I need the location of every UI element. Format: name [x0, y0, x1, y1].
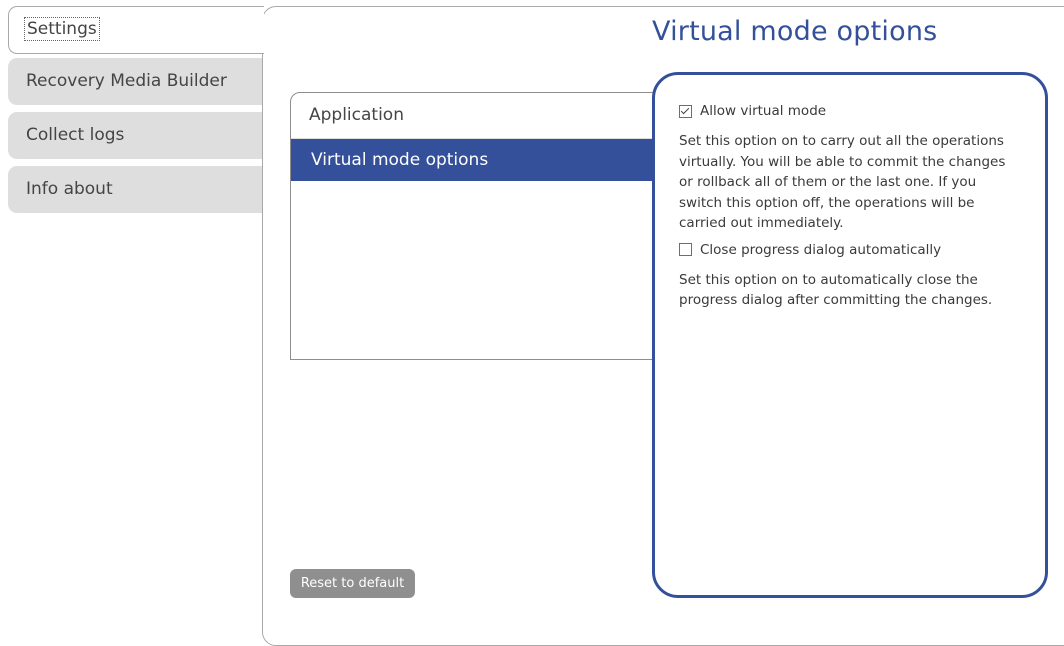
page-title: Virtual mode options — [652, 16, 938, 47]
tab-collect-logs[interactable]: Collect logs — [8, 112, 262, 159]
tab-collect-logs-label: Collect logs — [26, 125, 125, 145]
close-progress-dialog-option[interactable]: Close progress dialog automatically — [679, 242, 1021, 258]
allow-virtual-mode-label: Allow virtual mode — [700, 103, 827, 119]
category-item-virtual-mode-options[interactable]: Virtual mode options — [291, 139, 669, 181]
category-list: Application Virtual mode options — [290, 92, 670, 360]
tab-info-about[interactable]: Info about — [8, 166, 262, 213]
tab-recovery-media-builder-label: Recovery Media Builder — [26, 71, 227, 91]
checkmark-icon — [680, 105, 690, 114]
close-progress-dialog-description: Set this option on to automatically clos… — [679, 271, 993, 309]
options-panel: Allow virtual mode Set this option on to… — [652, 72, 1048, 598]
reset-to-default-button[interactable]: Reset to default — [290, 569, 415, 598]
category-header-application[interactable]: Application — [291, 93, 669, 139]
allow-virtual-mode-checkbox[interactable] — [679, 104, 692, 118]
tab-settings-label: Settings — [24, 17, 100, 41]
tab-recovery-media-builder[interactable]: Recovery Media Builder — [8, 58, 262, 105]
allow-virtual-mode-option[interactable]: Allow virtual mode — [679, 103, 1021, 119]
close-progress-dialog-checkbox[interactable] — [679, 243, 692, 256]
allow-virtual-mode-description: Set this option on to carry out all the … — [679, 133, 1006, 231]
tab-info-about-label: Info about — [26, 179, 113, 199]
tab-settings[interactable]: Settings — [8, 6, 264, 54]
close-progress-dialog-label: Close progress dialog automatically — [700, 241, 942, 258]
